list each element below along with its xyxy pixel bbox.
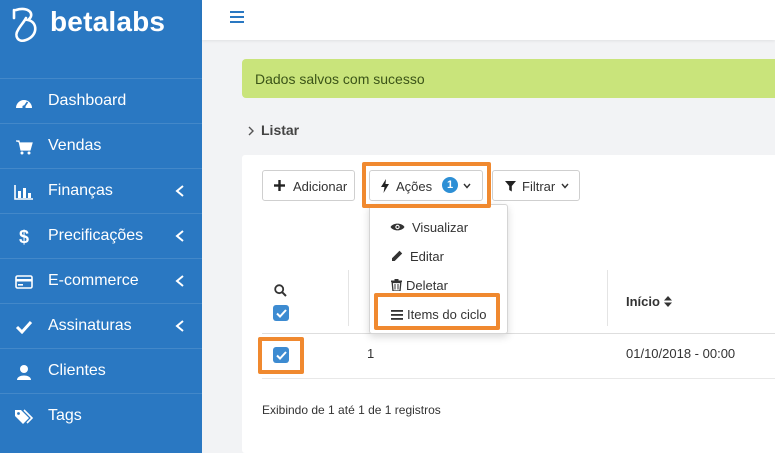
sidebar-item-label: Dashboard (48, 92, 127, 109)
table-cell-start: 01/10/2018 - 00:00 (626, 346, 736, 361)
hamburger-menu-icon[interactable] (230, 10, 246, 24)
menu-item-label: Visualizar (412, 220, 469, 235)
chevron-left-icon (175, 275, 184, 287)
menu-item-label: Editar (410, 249, 444, 264)
actions-dropdown-menu: Visualizar Editar Deletar Items do ciclo (369, 204, 508, 334)
sidebar-item-label: Finanças (48, 182, 113, 199)
sidebar-item-label: Tags (48, 407, 82, 424)
table-row-divider (262, 378, 775, 379)
chevron-down-icon (561, 183, 569, 189)
eye-icon (390, 223, 405, 231)
filter-funnel-icon (505, 181, 516, 192)
chevron-left-icon (175, 230, 184, 242)
check-icon (14, 317, 34, 337)
actions-button-label: Ações (396, 179, 433, 194)
sidebar-item-clientes[interactable]: Clientes (0, 348, 202, 393)
chevron-down-icon (463, 183, 471, 189)
dashboard-gauge-icon (14, 92, 34, 112)
sidebar-item-ecommerce[interactable]: E-commerce (0, 258, 202, 303)
menu-item-items-do-ciclo[interactable]: Items do ciclo (370, 300, 509, 328)
sidebar-item-tags[interactable]: Tags (0, 393, 202, 438)
sidebar-item-financas[interactable]: Finanças (0, 168, 202, 213)
check-icon (275, 350, 287, 360)
bar-chart-icon (14, 182, 34, 202)
alert-text: Dados salvos com sucesso (255, 71, 425, 87)
sidebar-item-dashboard[interactable]: Dashboard (0, 78, 202, 123)
check-icon (275, 308, 287, 318)
actions-button[interactable]: Ações (369, 170, 483, 201)
shopping-cart-icon (14, 137, 34, 157)
menu-item-visualizar[interactable]: Visualizar (370, 213, 509, 241)
dollar-sign-icon: $ (18, 226, 29, 247)
sidebar-item-assinaturas[interactable]: Assinaturas (0, 303, 202, 348)
filter-button[interactable]: Filtrar (492, 170, 580, 201)
bolt-icon (381, 179, 389, 193)
trash-icon (391, 279, 402, 291)
success-alert: Dados salvos com sucesso (242, 59, 775, 98)
sort-icon (663, 296, 672, 307)
pencil-icon (392, 250, 403, 261)
chevron-right-icon (248, 126, 254, 136)
table-header-divider (262, 333, 775, 334)
sidebar-item-label: Precificações (48, 227, 144, 244)
chevron-left-icon (175, 320, 184, 332)
sidebar: betalabs Dashboard Vendas Finanças $ Pre… (0, 0, 202, 453)
pagination-summary: Exibindo de 1 até 1 de 1 registros (262, 403, 441, 417)
chevron-left-icon (175, 185, 184, 197)
brand-name: betalabs (50, 6, 166, 37)
add-button-label: Adicionar (293, 179, 348, 194)
user-icon (14, 362, 34, 382)
menu-item-deletar[interactable]: Deletar (370, 271, 509, 299)
topbar (202, 0, 775, 40)
filter-button-label: Filtrar (522, 179, 556, 194)
menu-item-label: Items do ciclo (407, 307, 487, 322)
column-header-label: Início (626, 294, 660, 309)
column-header-inicio[interactable]: Início (626, 294, 672, 309)
search-icon[interactable] (274, 284, 287, 297)
sidebar-item-label: Assinaturas (48, 317, 132, 334)
menu-item-label: Deletar (406, 278, 448, 293)
table-cell-id: 1 (367, 346, 375, 361)
sidebar-item-label: Clientes (48, 362, 106, 379)
sidebar-item-label: Vendas (48, 137, 102, 154)
column-divider (348, 270, 349, 326)
tags-icon (14, 407, 34, 427)
list-icon (391, 310, 403, 320)
sidebar-item-label: E-commerce (48, 272, 139, 289)
sidebar-item-vendas[interactable]: Vendas (0, 123, 202, 168)
brand[interactable]: betalabs (0, 0, 202, 78)
selected-count-badge: 1 (442, 177, 458, 193)
credit-card-icon (14, 272, 34, 292)
sidebar-item-precificacoes[interactable]: $ Precificações (0, 213, 202, 258)
betalabs-logo-icon (12, 7, 37, 42)
menu-item-editar[interactable]: Editar (370, 242, 509, 270)
column-divider (607, 270, 608, 326)
row-checkbox[interactable] (273, 347, 289, 363)
breadcrumb-current[interactable]: Listar (261, 122, 299, 138)
plus-icon (274, 180, 285, 191)
select-all-checkbox[interactable] (273, 305, 289, 321)
add-button[interactable]: Adicionar (262, 170, 355, 201)
